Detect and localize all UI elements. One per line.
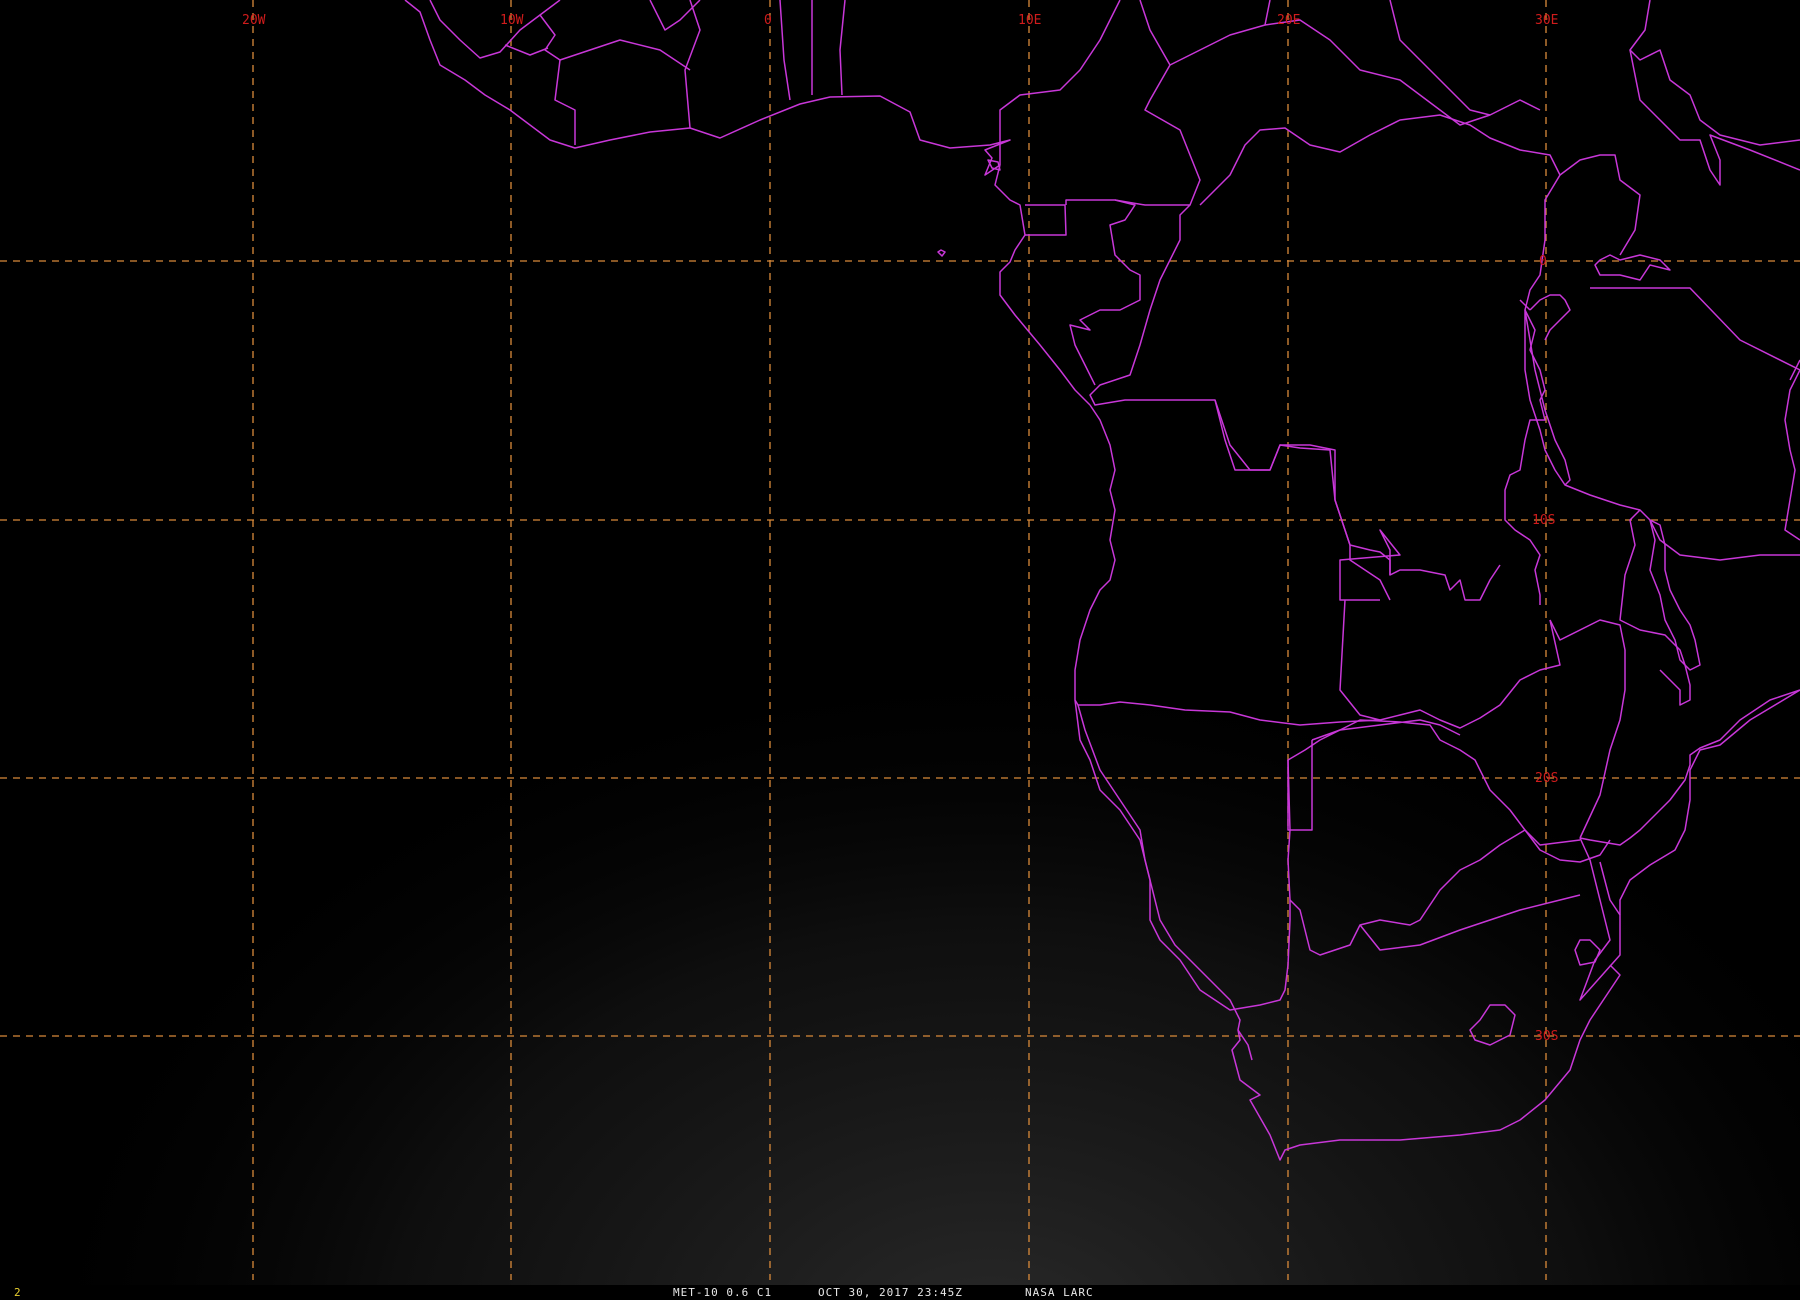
border-wa-3 [684,0,701,129]
satellite-band-label: MET-10 0.6 C1 [673,1286,773,1299]
lat-label-10s: 10S [1532,513,1555,528]
border-mozambique-south [1579,837,1621,1001]
coastline-west-africa [404,0,1011,176]
lon-label-10w: 10W [500,13,524,28]
coastline-south-africa-in [1237,1029,1253,1061]
map-overlay: 20W 10W 0 10E 20E 30E 0 10S 20S 30S [0,0,1800,1280]
border-chad-car [1169,0,1271,66]
country-borders [404,0,1800,1161]
border-eq-guinea [1025,204,1067,236]
lake-victoria [1594,254,1671,281]
border-tanzania-south [1564,484,1800,561]
border-namibia [1077,704,1461,1011]
border-uganda-kenya [1559,154,1641,256]
lat-label-0: 0 [1539,254,1547,269]
border-sudan [1264,19,1541,126]
border-mozambique [1579,689,1800,846]
border-eswatini [1574,939,1601,966]
border-tanzania-north [1590,287,1800,371]
lon-label-20e: 20E [1277,13,1300,28]
border-cameroon-chad [1139,0,1201,206]
coastline-south-africa [1149,879,1621,1161]
coastline-east-africa [1784,369,1800,541]
border-wa-8 [649,0,701,31]
border-tanzania-rwanda [1529,294,1571,341]
lon-label-30e: 30E [1535,13,1558,28]
frame-number: 2 [14,1286,21,1299]
border-zambia-zimbabwe [1549,619,1626,839]
border-kenya-uganda-n [1629,49,1800,186]
border-angola-east [1214,399,1351,546]
lat-label-30s: 30S [1535,1029,1558,1044]
lake-malawi [1649,519,1701,671]
source-label: NASA LARC [1025,1286,1094,1299]
border-ethiopia [1629,0,1800,146]
coastline-east-africa-2 [1619,689,1800,915]
border-south-sudan [1389,0,1491,116]
lat-label-20s: 20S [1535,771,1558,786]
border-lesotho [1469,1004,1516,1046]
island-sao-tome [937,249,946,257]
border-angola-inner [1349,545,1391,601]
lon-label-0: 0 [764,13,772,28]
border-wa-4 [779,0,791,101]
lat-lon-grid [0,0,1800,1280]
border-wa-7 [539,0,561,16]
border-zimbabwe [1524,829,1611,863]
coast-gulf [994,164,1091,406]
border-zambia-angola [1339,599,1561,729]
satellite-map[interactable]: 20W 10W 0 10E 20E 30E 0 10S 20S 30S [0,0,1800,1300]
border-gabon [1065,199,1141,386]
border-botswana-south [1289,829,1526,956]
border-wa-9 [559,39,691,71]
border-congo [1089,199,1501,601]
lon-label-20w: 20W [242,13,266,28]
lon-label-10e: 10E [1018,13,1041,28]
datetime-label: OCT 30, 2017 23:45Z [818,1286,963,1299]
border-wa-6 [839,0,846,96]
